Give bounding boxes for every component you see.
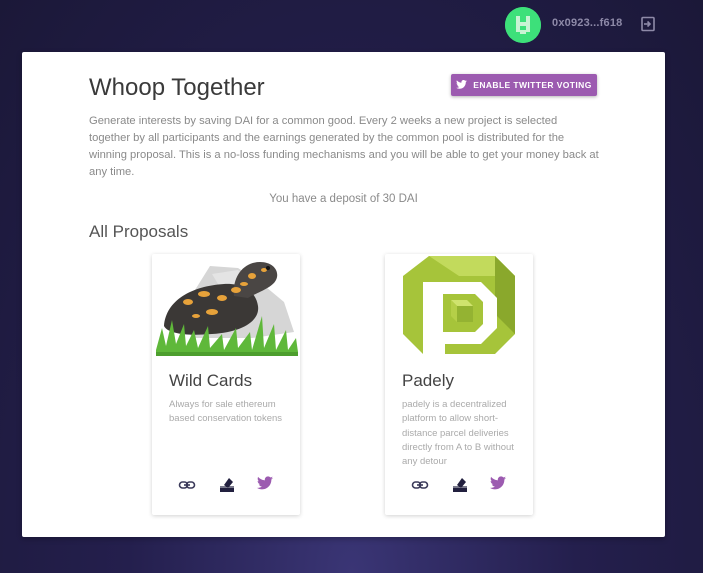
ballot-box-icon[interactable] xyxy=(451,476,469,494)
proposal-description: padely is a decentralized platform to al… xyxy=(402,399,514,468)
avatar[interactable] xyxy=(505,7,541,43)
main-card: Whoop Together ENABLE TWITTER VOTING Gen… xyxy=(22,52,665,537)
logout-icon[interactable] xyxy=(640,16,656,32)
ballot-box-icon[interactable] xyxy=(218,476,236,494)
enable-twitter-voting-button[interactable]: ENABLE TWITTER VOTING xyxy=(451,74,597,96)
padely-logo-image xyxy=(385,254,533,362)
proposal-name: Padely xyxy=(402,371,454,390)
wallet-address[interactable]: 0x0923...f618 xyxy=(552,17,623,29)
link-icon[interactable] xyxy=(178,476,196,494)
proposal-name: Wild Cards xyxy=(169,371,253,390)
intro-description: Generate interests by saving DAI for a c… xyxy=(89,115,599,178)
proposal-actions xyxy=(385,476,533,494)
twitter-icon[interactable] xyxy=(257,476,275,494)
identicon-icon xyxy=(505,7,541,43)
proposal-card: Wild Cards Always for sale ethereum base… xyxy=(152,254,300,515)
proposal-card: Padely padely is a decentralized platfor… xyxy=(385,254,533,515)
link-icon[interactable] xyxy=(411,476,429,494)
turtle-image xyxy=(152,254,300,362)
twitter-icon xyxy=(456,79,468,91)
top-bar: 0x0923...f618 xyxy=(0,0,703,52)
proposal-actions xyxy=(152,476,300,494)
twitter-button-label: ENABLE TWITTER VOTING xyxy=(473,80,592,90)
page-title: Whoop Together xyxy=(89,74,265,101)
twitter-icon[interactable] xyxy=(490,476,508,494)
deposit-status: You have a deposit of 30 DAI xyxy=(269,193,418,205)
section-title: All Proposals xyxy=(89,222,189,241)
proposal-description: Always for sale ethereum based conservat… xyxy=(169,399,283,425)
